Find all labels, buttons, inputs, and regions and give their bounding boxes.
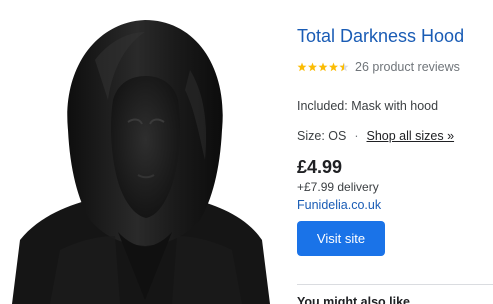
separator-dot: · [354,129,359,143]
merchant-link[interactable]: Funidelia.co.uk [297,198,381,212]
product-details-panel: Total Darkness Hood 26 product reviews I… [297,0,493,304]
size-label: Size: OS [297,129,347,143]
rating-row: 26 product reviews [297,59,460,75]
size-row: Size: OS · Shop all sizes » [297,129,454,143]
product-title-link[interactable]: Total Darkness Hood [297,26,464,47]
shop-all-sizes-link[interactable]: Shop all sizes » [367,129,455,143]
delivery-cost: +£7.99 delivery [297,180,379,194]
visit-site-button[interactable]: Visit site [297,221,385,256]
star-rating-icon [297,62,349,72]
black-hood-icon [12,20,270,304]
reviews-link[interactable]: 26 product reviews [355,60,460,74]
price: £4.99 [297,157,343,177]
included-text: Included: Mask with hood [297,99,439,113]
product-image[interactable] [0,0,286,304]
you-might-also-like-heading: You might also like [297,295,410,304]
section-divider [297,284,493,285]
